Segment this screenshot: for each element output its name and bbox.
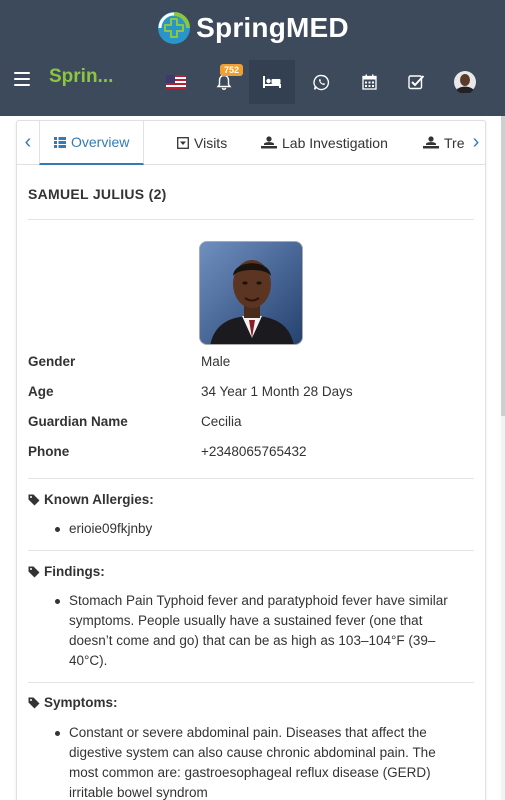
bell-icon	[216, 74, 232, 90]
field-label: Age	[28, 384, 54, 399]
tab-label: Overview	[71, 134, 130, 150]
divider	[28, 478, 474, 479]
profile-button[interactable]	[442, 60, 488, 104]
nav-bar: Sprin... 752	[0, 60, 505, 104]
divider	[28, 550, 474, 551]
tag-icon	[28, 697, 40, 708]
patient-name: SAMUEL JULIUS (2)	[28, 186, 167, 202]
section-title: Findings:	[44, 564, 105, 579]
doctor-icon	[423, 136, 439, 149]
allergies-heading: Known Allergies:	[28, 492, 154, 507]
brand-name[interactable]: Sprin...	[49, 66, 113, 88]
patient-overview-card: ‹ Overview Visits Lab Investigation Tre …	[16, 120, 486, 800]
list-item: Constant or severe abdominal pain. Disea…	[55, 723, 465, 800]
field-label: Guardian Name	[28, 414, 128, 429]
us-flag-icon	[166, 75, 186, 89]
tab-treatment[interactable]: Treatm	[423, 121, 464, 165]
calendar-button[interactable]	[346, 60, 392, 104]
doctor-icon	[261, 136, 277, 149]
divider	[28, 219, 474, 220]
tab-bar: ‹ Overview Visits Lab Investigation Tre …	[17, 121, 485, 165]
notification-badge: 752	[220, 64, 244, 76]
tab-strip: Overview Visits Lab Investigation Tre	[39, 121, 464, 165]
calendar-icon	[361, 74, 377, 90]
whatsapp-icon	[312, 74, 329, 90]
field-label: Phone	[28, 444, 70, 459]
tab-overview[interactable]: Overview	[39, 121, 145, 165]
top-header: SpringMED Sprin... 752	[0, 0, 505, 116]
field-label: Gender	[28, 354, 76, 369]
field-value: 34 Year 1 Month 28 Days	[201, 384, 353, 399]
tasks-button[interactable]	[393, 60, 439, 104]
language-button[interactable]	[153, 60, 199, 104]
field-value: Male	[201, 354, 231, 369]
bed-icon	[263, 76, 281, 88]
tabs-scroll-right-button[interactable]: ›	[468, 132, 484, 153]
scrollbar-thumb[interactable]	[501, 116, 505, 416]
checkbox-icon	[407, 75, 424, 90]
field-value: +2348065765432	[201, 444, 307, 459]
tab-label: Visits	[194, 135, 228, 151]
tabs-scroll-left-button[interactable]: ‹	[20, 132, 36, 153]
admissions-button[interactable]	[249, 60, 295, 104]
allergies-list: erioie09fkjnby	[55, 519, 465, 539]
caret-box-icon	[177, 137, 189, 149]
section-title: Symptoms:	[44, 695, 118, 710]
findings-list: Stomach Pain Typhoid fever and paratypho…	[55, 591, 465, 671]
whatsapp-button[interactable]	[298, 60, 344, 104]
springmed-logo-icon	[156, 10, 192, 46]
divider	[28, 682, 474, 683]
findings-heading: Findings:	[28, 564, 105, 579]
app-logo[interactable]: SpringMED	[156, 10, 349, 46]
field-value: Cecilia	[201, 414, 242, 429]
tab-label: Treatm	[444, 135, 464, 151]
logo-text: SpringMED	[196, 12, 349, 43]
symptoms-heading: Symptoms:	[28, 695, 118, 710]
list-item: erioie09fkjnby	[55, 519, 465, 539]
symptoms-list: Constant or severe abdominal pain. Disea…	[55, 723, 465, 800]
section-title: Known Allergies:	[44, 492, 154, 507]
logo-row: SpringMED	[0, 0, 505, 56]
tab-lab-investigation[interactable]: Lab Investigation	[261, 121, 388, 165]
notifications-button[interactable]: 752	[201, 60, 247, 104]
grid-icon	[54, 136, 66, 148]
list-item: Stomach Pain Typhoid fever and paratypho…	[55, 591, 465, 671]
tag-icon	[28, 566, 40, 577]
tag-icon	[28, 494, 40, 505]
page-scrollbar[interactable]	[501, 116, 505, 800]
tab-visits[interactable]: Visits	[177, 121, 227, 165]
tab-label: Lab Investigation	[282, 135, 388, 151]
user-avatar	[454, 71, 476, 93]
menu-icon[interactable]	[14, 72, 30, 86]
patient-photo	[199, 241, 303, 345]
